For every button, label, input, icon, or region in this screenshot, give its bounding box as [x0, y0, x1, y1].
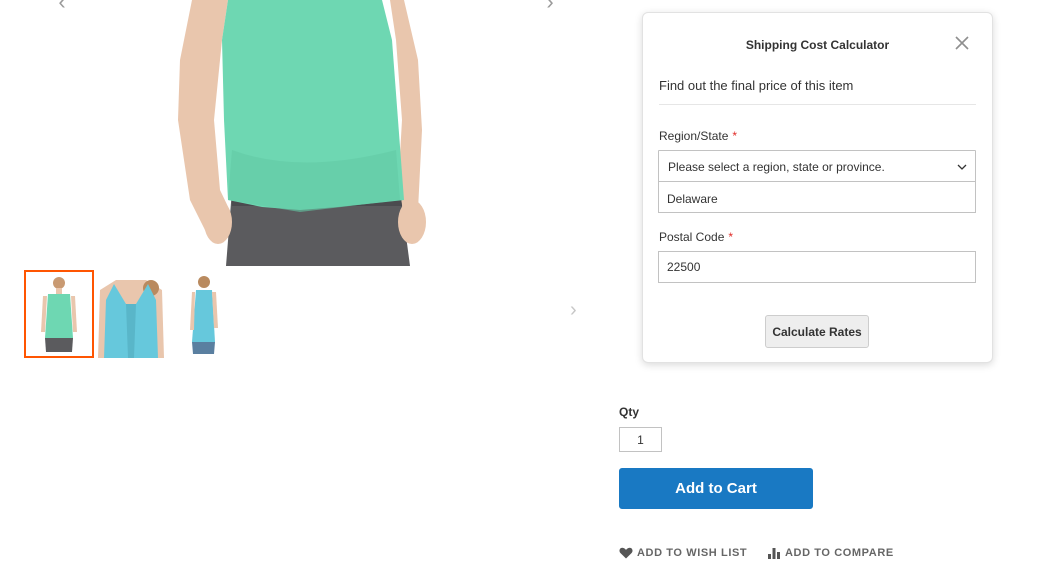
region-option-delaware[interactable]: Delaware	[658, 181, 976, 213]
compare-label: ADD TO COMPARE	[785, 547, 894, 559]
thumbnail-front[interactable]	[24, 270, 94, 358]
popup-title: Shipping Cost Calculator	[745, 38, 890, 52]
region-select[interactable]: Please select a region, state or provinc…	[658, 150, 976, 182]
thumbnail-side-image	[168, 270, 238, 358]
qty-input[interactable]	[619, 427, 662, 452]
add-to-cart-button[interactable]: Add to Cart	[619, 468, 813, 509]
heart-icon	[619, 547, 633, 559]
add-to-compare-link[interactable]: ADD TO COMPARE	[767, 545, 894, 561]
postal-label-text: Postal Code	[659, 230, 725, 244]
compare-icon	[768, 548, 780, 559]
required-asterisk: *	[732, 129, 738, 143]
gallery-next-arrow[interactable]: ›	[540, 0, 560, 13]
region-label-text: Region/State	[659, 129, 729, 143]
thumbnail-front-image	[41, 277, 77, 352]
thumbnail-side[interactable]	[168, 270, 238, 358]
calculate-rates-button[interactable]: Calculate Rates	[765, 315, 869, 348]
qty-label: Qty	[619, 405, 640, 419]
region-option-label: Delaware	[667, 192, 718, 206]
thumbnail-back-image	[96, 270, 166, 358]
thumbnails-next-arrow[interactable]: ›	[570, 300, 586, 320]
postal-code-input[interactable]	[658, 251, 976, 283]
wishlist-label: ADD TO WISH LIST	[637, 547, 748, 559]
model-photo	[178, 0, 426, 266]
add-to-wishlist-link[interactable]: ADD TO WISH LIST	[619, 545, 747, 561]
thumbnail-back[interactable]	[96, 270, 166, 358]
thumbnail-strip	[24, 270, 584, 358]
required-asterisk: *	[728, 230, 734, 244]
gallery-prev-arrow[interactable]: ‹	[52, 0, 72, 13]
popup-subtitle: Find out the final price of this item	[659, 78, 976, 105]
region-label: Region/State *	[659, 129, 737, 143]
shipping-calculator-popup: Shipping Cost Calculator Find out the fi…	[642, 12, 993, 363]
close-icon[interactable]	[954, 35, 970, 51]
region-select-value: Please select a region, state or provinc…	[668, 160, 885, 174]
chevron-down-icon	[957, 164, 967, 170]
main-product-image[interactable]: ‹ ›	[0, 0, 600, 266]
postal-label: Postal Code *	[659, 230, 733, 244]
